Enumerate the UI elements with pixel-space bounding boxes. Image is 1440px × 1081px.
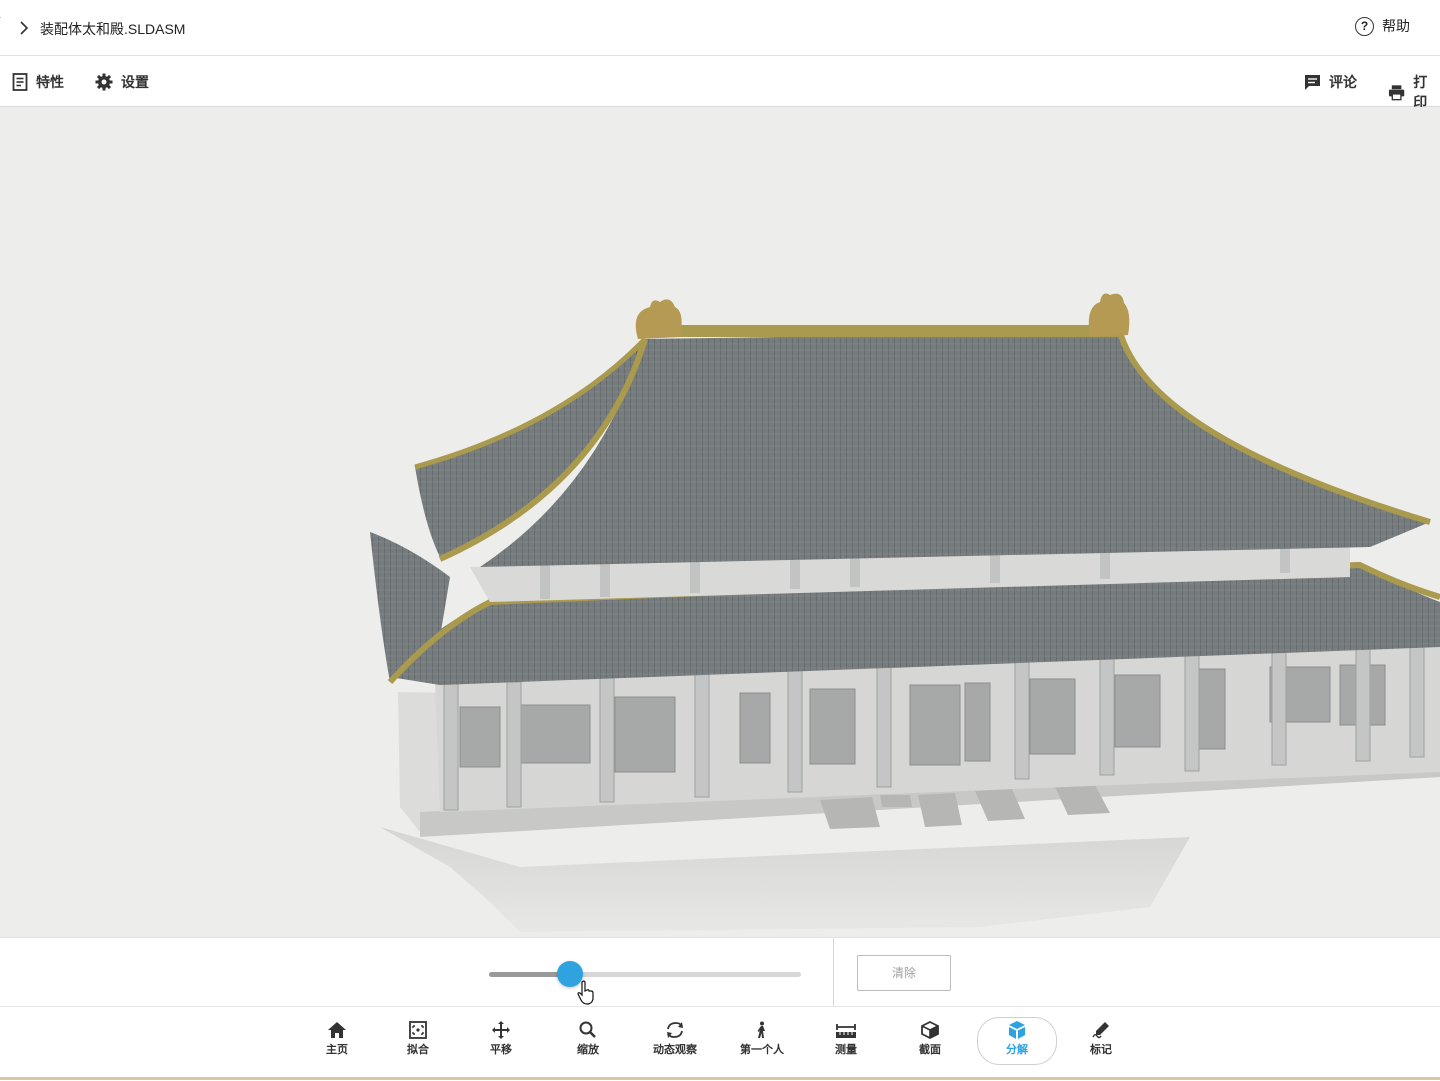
- nav-explode-label: 分解: [1006, 1044, 1028, 1056]
- nav-pan-label: 平移: [490, 1044, 512, 1056]
- print-label: 打印: [1413, 74, 1428, 110]
- model-viewport[interactable]: [0, 107, 1440, 937]
- walk-icon: [757, 1021, 765, 1038]
- explode-panel: 清除: [0, 937, 1440, 1006]
- hall-model-render: [370, 293, 1440, 932]
- nav-measure-label: 测量: [835, 1044, 857, 1056]
- main-ridge: [645, 325, 1120, 337]
- comment-icon: [1305, 74, 1320, 90]
- title-bar: ˙ 装配体太和殿.SLDASM ? 帮助: [0, 0, 1440, 56]
- pan-icon: [492, 1021, 510, 1039]
- chevron-right-icon: [20, 21, 29, 35]
- nav-markup-label: 标记: [1090, 1044, 1112, 1056]
- nav-first-person[interactable]: 第一个人: [722, 1015, 802, 1069]
- printer-icon: [1388, 84, 1405, 100]
- back-button-fragment[interactable]: ˙: [0, 14, 3, 30]
- measure-icon: [836, 1024, 856, 1038]
- explode-slider[interactable]: [489, 961, 801, 987]
- settings-button[interactable]: 设置: [95, 72, 149, 92]
- nav-zoom-label: 缩放: [577, 1044, 599, 1056]
- section-icon: [921, 1021, 939, 1039]
- help-button[interactable]: ? 帮助: [1355, 16, 1410, 36]
- nav-measure[interactable]: 测量: [806, 1015, 886, 1069]
- zoom-icon: [579, 1021, 596, 1038]
- help-label: 帮助: [1382, 18, 1410, 34]
- settings-label: 设置: [121, 74, 149, 90]
- gear-icon: [95, 73, 113, 91]
- properties-icon: [12, 73, 28, 91]
- nav-home[interactable]: 主页: [297, 1015, 377, 1069]
- orbit-icon: [667, 1022, 683, 1038]
- explode-icon: [1009, 1021, 1025, 1039]
- top-toolbar: 特性 设置 评论 打印: [0, 56, 1440, 110]
- comment-button[interactable]: 评论: [1304, 72, 1357, 92]
- print-button[interactable]: 打印: [1388, 72, 1440, 112]
- nav-markup[interactable]: 标记: [1061, 1015, 1141, 1069]
- nav-pan[interactable]: 平移: [461, 1015, 541, 1069]
- home-icon: [328, 1022, 346, 1038]
- properties-label: 特性: [36, 74, 64, 90]
- properties-button[interactable]: 特性: [12, 72, 64, 92]
- comment-label: 评论: [1329, 74, 1357, 90]
- breadcrumb-filename: 装配体太和殿.SLDASM: [40, 21, 186, 37]
- nav-zoom[interactable]: 缩放: [548, 1015, 628, 1069]
- clear-button[interactable]: 清除: [857, 955, 951, 991]
- nav-first-person-label: 第一个人: [740, 1044, 784, 1056]
- nav-section-label: 截面: [919, 1044, 941, 1056]
- nav-orbit-label: 动态观察: [653, 1044, 697, 1056]
- nav-section[interactable]: 截面: [890, 1015, 970, 1069]
- nav-fit-label: 拟合: [407, 1044, 429, 1056]
- markup-icon: [1092, 1022, 1109, 1039]
- ground-shadow: [380, 827, 1190, 932]
- help-icon: ?: [1355, 16, 1374, 36]
- nav-explode[interactable]: 分解: [977, 1017, 1057, 1065]
- panel-divider: [833, 938, 834, 1006]
- pointer-icon: [577, 980, 594, 1005]
- fit-icon: [409, 1021, 427, 1039]
- nav-home-label: 主页: [326, 1044, 348, 1056]
- nav-orbit[interactable]: 动态观察: [635, 1015, 715, 1069]
- bottom-toolbar: 主页 拟合 平移 缩放 动态观察 第一个人 测量 截面 分解 标记: [0, 1006, 1440, 1081]
- nav-fit[interactable]: 拟合: [378, 1015, 458, 1069]
